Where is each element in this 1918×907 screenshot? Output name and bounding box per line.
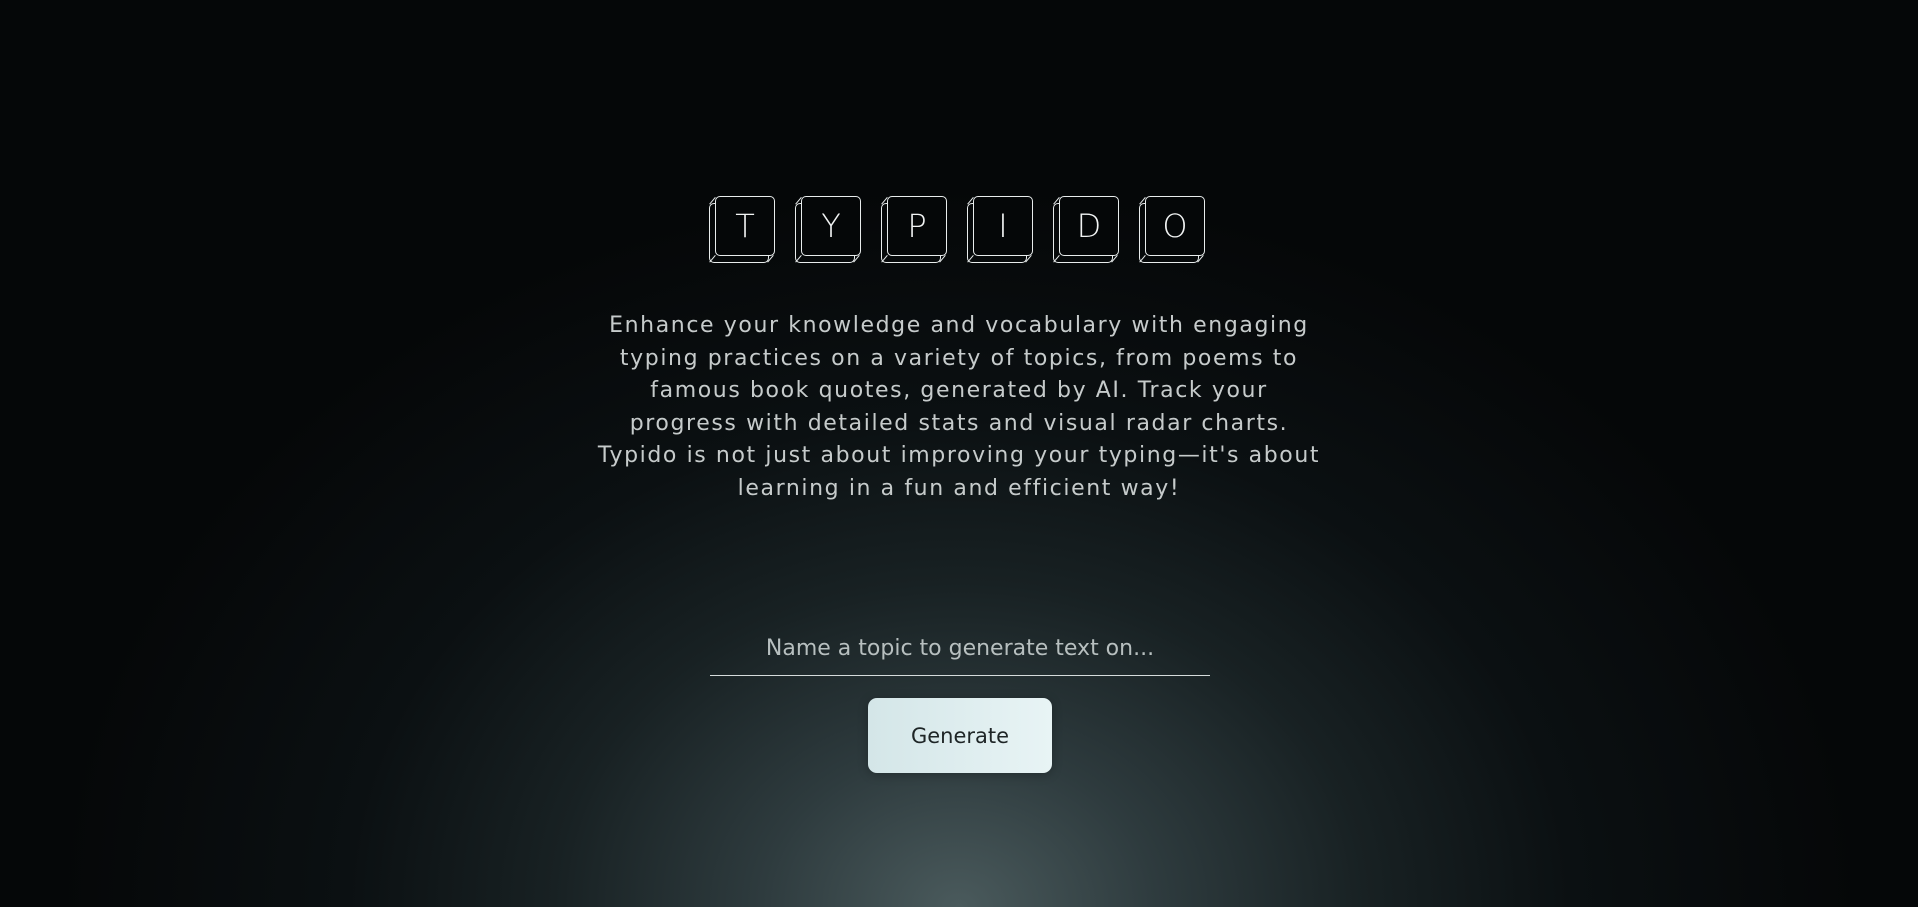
logo-key-p: P xyxy=(881,196,947,263)
logo-letter: O xyxy=(1145,196,1205,256)
logo-letter: I xyxy=(973,196,1033,256)
hero-description: Enhance your knowledge and vocabulary wi… xyxy=(597,313,1321,501)
logo-letter: D xyxy=(1059,196,1119,256)
logo-key-o: O xyxy=(1139,196,1205,263)
logo-key-t: T xyxy=(709,196,775,263)
logo-letter: T xyxy=(715,196,775,256)
logo-key-y: Y xyxy=(795,196,861,263)
logo-key-i: I xyxy=(967,196,1033,263)
logo-key-d: D xyxy=(1053,196,1119,263)
logo-letter: Y xyxy=(801,196,861,256)
typido-logo: T Y P I D O xyxy=(709,196,1205,263)
topic-input[interactable] xyxy=(710,628,1210,676)
generate-button[interactable]: Generate xyxy=(868,698,1052,773)
logo-letter: P xyxy=(887,196,947,256)
